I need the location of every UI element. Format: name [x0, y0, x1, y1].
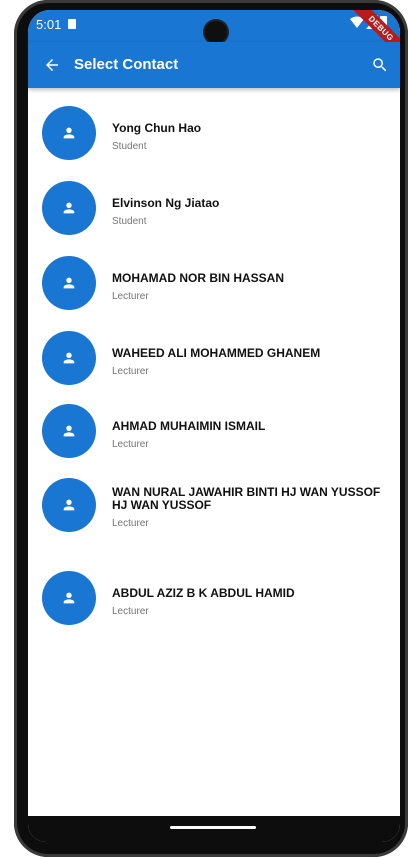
contact-text: Yong Chun Hao Student — [112, 106, 386, 153]
contact-list: Yong Chun Hao Student Elvinson Ng Jiatao… — [28, 106, 400, 646]
person-icon — [63, 277, 75, 289]
contact-text: WAHEED ALI MOHAMMED GHANEM Lecturer — [112, 331, 386, 378]
arrow-back-icon — [46, 59, 58, 71]
contact-item[interactable]: WAN NURAL JAWAHIR BINTI HJ WAN YUSSOF HJ… — [28, 478, 400, 571]
avatar — [42, 571, 96, 625]
contact-text: AHMAD MUHAIMIN ISMAIL Lecturer — [112, 404, 386, 451]
app-bar: Select Contact — [28, 42, 400, 88]
person-icon — [63, 352, 75, 364]
search-button[interactable] — [366, 51, 394, 79]
contact-item[interactable]: Elvinson Ng Jiatao Student — [28, 181, 400, 256]
contact-text: MOHAMAD NOR BIN HASSAN Lecturer — [112, 256, 386, 303]
status-bar: 5:01 DEBUG — [28, 10, 400, 65]
person-icon — [63, 202, 75, 214]
page-title: Select Contact — [74, 56, 179, 73]
contact-text: Elvinson Ng Jiatao Student — [112, 181, 386, 228]
avatar — [42, 106, 96, 160]
contact-name: Yong Chun Hao — [112, 121, 202, 135]
contact-item[interactable]: MOHAMAD NOR BIN HASSAN Lecturer — [28, 256, 400, 331]
contact-item[interactable]: AHMAD MUHAIMIN ISMAIL Lecturer — [28, 404, 400, 478]
contact-role: Lecturer — [112, 606, 149, 617]
contact-name: AHMAD MUHAIMIN ISMAIL — [112, 419, 266, 433]
person-icon — [63, 499, 75, 511]
avatar — [42, 404, 96, 458]
search-icon — [373, 58, 387, 72]
status-time: 5:01 — [36, 17, 62, 32]
contact-role: Lecturer — [112, 366, 149, 377]
contact-role: Lecturer — [112, 291, 149, 302]
contact-role: Lecturer — [112, 518, 149, 529]
contact-name: WAHEED ALI MOHAMMED GHANEM — [112, 346, 321, 360]
contact-role: Student — [112, 141, 147, 152]
contact-name: Elvinson Ng Jiatao — [112, 196, 220, 210]
avatar — [42, 331, 96, 385]
avatar — [42, 181, 96, 235]
person-icon — [63, 592, 75, 604]
contact-text: WAN NURAL JAWAHIR BINTI HJ WAN YUSSOF HJ… — [112, 478, 386, 530]
navigation-bar — [28, 816, 400, 842]
contact-name: WAN NURAL JAWAHIR BINTI HJ WAN YUSSOF HJ… — [112, 485, 381, 512]
avatar — [42, 478, 96, 532]
contact-role: Student — [112, 216, 147, 227]
contact-item[interactable]: Yong Chun Hao Student — [28, 106, 400, 181]
contact-name: MOHAMAD NOR BIN HASSAN — [112, 271, 284, 285]
contact-item[interactable]: WAHEED ALI MOHAMMED GHANEM Lecturer — [28, 331, 400, 404]
contact-name: ABDUL AZIZ B K ABDUL HAMID — [112, 586, 295, 600]
person-icon — [63, 425, 75, 437]
contact-role: Lecturer — [112, 439, 149, 450]
contact-item[interactable]: ABDUL AZIZ B K ABDUL HAMID Lecturer — [28, 571, 400, 646]
contact-text: ABDUL AZIZ B K ABDUL HAMID Lecturer — [112, 571, 386, 618]
back-button[interactable] — [38, 51, 66, 79]
avatar — [42, 256, 96, 310]
sim-card-icon — [68, 19, 76, 29]
person-icon — [63, 127, 75, 139]
home-indicator[interactable] — [170, 826, 256, 829]
phone-screen: 5:01 DEBUG Select Contact Yong Chun Hao … — [28, 10, 400, 842]
front-camera — [205, 21, 227, 43]
